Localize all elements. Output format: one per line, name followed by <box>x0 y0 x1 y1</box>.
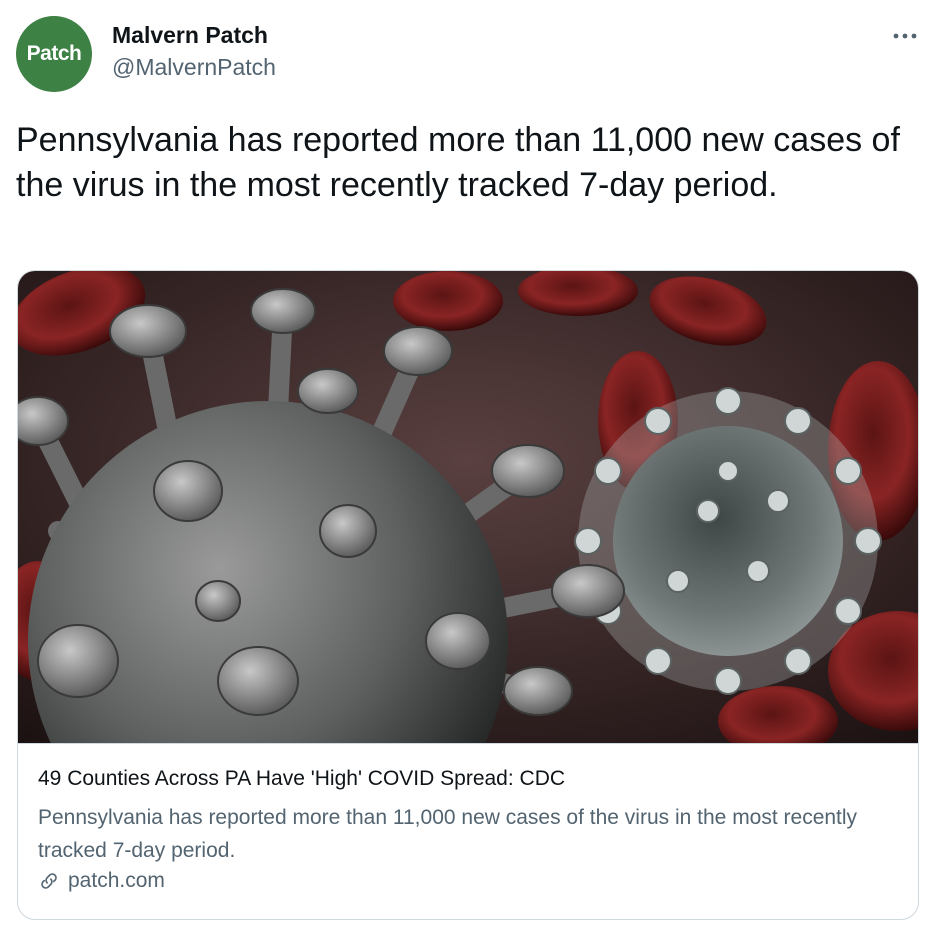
card-domain-text: patch.com <box>68 869 165 892</box>
card-title: 49 Counties Across PA Have 'High' COVID … <box>38 767 566 790</box>
display-name[interactable]: Malvern Patch <box>112 22 268 49</box>
link-icon <box>41 873 57 889</box>
more-horizontal-icon[interactable] <box>892 30 918 42</box>
card-image <box>18 271 918 744</box>
tweet-text: Pennsylvania has reported more than 11,0… <box>16 121 900 204</box>
avatar-text: Patch <box>26 42 82 65</box>
user-handle[interactable]: @MalvernPatch <box>112 54 276 81</box>
card-domain[interactable]: patch.com <box>38 869 165 893</box>
card-description: Pennsylvania has reported more than 11,0… <box>38 806 858 862</box>
link-card[interactable]: 49 Counties Across PA Have 'High' COVID … <box>17 270 919 920</box>
avatar[interactable]: Patch <box>16 16 92 92</box>
